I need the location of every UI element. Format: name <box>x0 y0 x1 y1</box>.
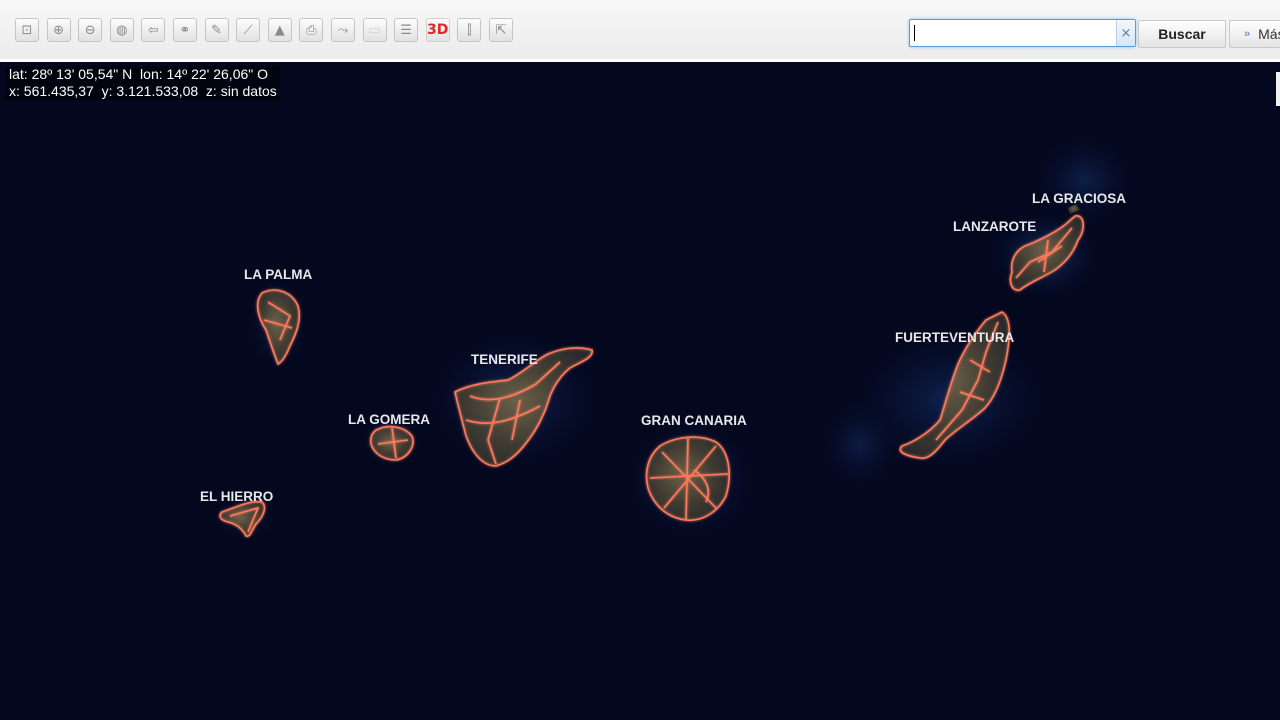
compare-button[interactable]: ⫿ <box>457 18 482 42</box>
back-arrow-button[interactable]: ⇦ <box>141 18 166 42</box>
pencil-icon: ✎ <box>211 22 223 38</box>
route-icon: ⤳ <box>337 22 349 38</box>
pencil-button[interactable]: ✎ <box>204 18 229 42</box>
label-el-hierro: EL HIERRO <box>200 489 273 504</box>
label-la-palma: LA PALMA <box>244 267 312 282</box>
legend-icon: ▭ <box>368 22 381 38</box>
more-button-label: Más <box>1258 26 1280 42</box>
zoom-in-icon: ⊕ <box>53 22 65 38</box>
search-button[interactable]: Buscar <box>1138 20 1226 48</box>
text-cursor <box>914 25 915 41</box>
zoom-extent-button[interactable]: ⊡ <box>15 18 39 42</box>
share-button[interactable]: ⇱ <box>488 18 513 42</box>
zoom-in-button[interactable]: ⊕ <box>46 18 71 42</box>
coordinate-readout: lat: 28º 13' 05,54" N lon: 14º 22' 26,06… <box>6 66 280 100</box>
more-button[interactable]: » Más <box>1229 20 1280 48</box>
3d-view-button[interactable]: 3D <box>425 18 450 42</box>
chevron-double-down-icon: » <box>1244 28 1251 40</box>
zoom-out-icon: ⊖ <box>84 22 96 38</box>
link-icon: ⚭ <box>179 22 191 38</box>
search-input[interactable] <box>914 22 1118 46</box>
back-arrow-icon: ⇦ <box>147 22 159 38</box>
zoom-out-button[interactable]: ⊖ <box>78 18 103 42</box>
map-toolbar: ⊡ ⊕ ⊖ ◍ ⇦ ⚭ ✎ ⟋ ▲ ⎙ ⤳ ▭ ☰ 3D ⫿ ⇱ × Buscar » Más <box>0 0 1280 62</box>
layers-icon: ☰ <box>400 22 412 38</box>
compare-icon: ⫿ <box>467 22 472 38</box>
print-icon: ⎙ <box>306 22 317 38</box>
tool-buttons: ⊡ ⊕ ⊖ ◍ ⇦ ⚭ ✎ ⟋ ▲ ⎙ ⤳ ▭ ☰ 3D ⫿ ⇱ <box>15 18 521 42</box>
label-la-graciosa: LA GRACIOSA <box>1032 191 1126 206</box>
label-tenerife: TENERIFE <box>471 352 538 367</box>
zoom-extent-icon: ⊡ <box>21 22 33 38</box>
globe-icon: ◍ <box>116 22 128 38</box>
layers-button[interactable]: ☰ <box>394 18 419 42</box>
island-gran-canaria[interactable] <box>625 420 755 540</box>
ruler-icon: ⟋ <box>243 22 253 38</box>
label-gran-canaria: GRAN CANARIA <box>641 413 747 428</box>
share-icon: ⇱ <box>495 22 507 38</box>
label-la-gomera: LA GOMERA <box>348 412 430 427</box>
island-la-palma[interactable] <box>247 280 307 370</box>
link-button[interactable]: ⚭ <box>172 18 197 42</box>
side-panel-tab[interactable] <box>1276 72 1280 106</box>
map-canvas[interactable]: LA GRACIOSA LANZAROTE LA PALMA FUERTEVEN… <box>0 62 1280 720</box>
coords-xyz: x: 561.435,37 y: 3.121.533,08 z: sin dat… <box>9 83 277 99</box>
terrain-icon: ▲ <box>274 22 285 38</box>
label-lanzarote: LANZAROTE <box>953 219 1036 234</box>
print-button[interactable]: ⎙ <box>299 18 324 42</box>
clear-search-button[interactable]: × <box>1116 20 1135 46</box>
map-svg: LA GRACIOSA LANZAROTE LA PALMA FUERTEVEN… <box>0 62 1280 720</box>
3d-view-icon: 3D <box>427 22 449 38</box>
label-fuerteventura: FUERTEVENTURA <box>895 330 1015 345</box>
island-tenerife[interactable] <box>425 330 605 470</box>
globe-button[interactable]: ◍ <box>109 18 134 42</box>
search-box: × <box>909 19 1136 47</box>
route-button[interactable]: ⤳ <box>330 18 355 42</box>
coords-latlon: lat: 28º 13' 05,54" N lon: 14º 22' 26,06… <box>9 66 269 82</box>
terrain-button[interactable]: ▲ <box>267 18 292 42</box>
ruler-button[interactable]: ⟋ <box>236 18 261 42</box>
legend-button: ▭ <box>362 18 387 42</box>
